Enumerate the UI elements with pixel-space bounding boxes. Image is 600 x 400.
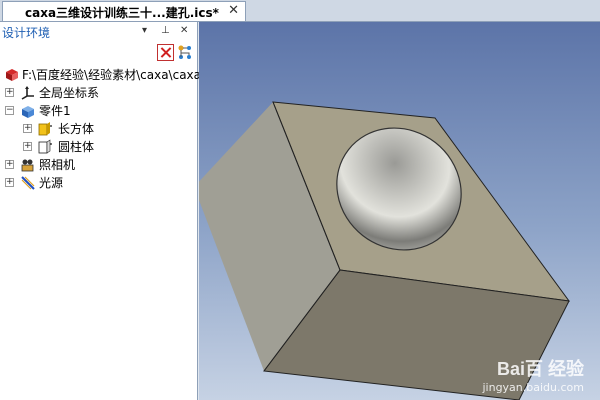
tree-item-cuboid[interactable]: + 长方体: [0, 120, 197, 138]
watermark-url: jingyan.baidu.com: [482, 381, 584, 394]
baidu-jingyan-watermark: Bai百 经验 jingyan.baidu.com: [482, 355, 584, 394]
watermark-logo: Bai百 经验: [496, 359, 584, 379]
document-tab[interactable]: caxa三维设计训练三十...建孔.ics* ✕: [2, 1, 246, 21]
document-tab-title: caxa三维设计训练三十...建孔.ics*: [25, 6, 219, 20]
design-environment-panel: 设计环境 ▾ ⊥ ✕ F:\百度经验\经验素材\caxa\caxa + 全局坐标…: [0, 22, 201, 400]
tree-item-label: 圆柱体: [58, 140, 95, 154]
tree-item-label: 光源: [39, 176, 64, 190]
cylinder-icon: [37, 139, 53, 155]
light-icon: [20, 175, 36, 191]
tree-item-part1[interactable]: − 零件1: [0, 102, 197, 120]
tree-root[interactable]: F:\百度经验\经验素材\caxa\caxa: [0, 66, 201, 84]
collapse-icon[interactable]: −: [5, 106, 14, 115]
design-env-icon: [4, 67, 20, 83]
expand-icon[interactable]: +: [23, 124, 32, 133]
tree-item-label: 照相机: [39, 158, 76, 172]
panel-header: 设计环境 ▾ ⊥ ✕: [0, 22, 197, 42]
document-tab-strip: caxa三维设计训练三十...建孔.ics* ✕: [0, 0, 600, 22]
axes-icon: [20, 85, 36, 101]
tree-item-label: 零件1: [39, 104, 71, 118]
pin-icon[interactable]: ⊥: [161, 25, 170, 36]
box-icon: [37, 121, 53, 137]
panel-close-icon[interactable]: ✕: [180, 25, 188, 36]
tree-view-icon[interactable]: [177, 44, 194, 61]
panel-title: 设计环境: [2, 26, 51, 40]
tree-item-label: 长方体: [58, 122, 95, 136]
tree-item-global-coordinates[interactable]: + 全局坐标系: [0, 84, 197, 102]
tree-root-label: F:\百度经验\经验素材\caxa\caxa: [22, 68, 201, 82]
3d-viewport[interactable]: Bai百 经验 jingyan.baidu.com: [199, 22, 600, 400]
expand-icon[interactable]: +: [5, 160, 14, 169]
tree-item-cylinder[interactable]: + 圆柱体: [0, 138, 197, 156]
tree-item-label: 全局坐标系: [39, 86, 100, 100]
expand-icon[interactable]: +: [5, 88, 14, 97]
panel-toolbar: [0, 42, 197, 64]
tree-item-camera[interactable]: + 照相机: [0, 156, 197, 174]
close-tab-icon[interactable]: ✕: [228, 3, 239, 18]
expand-icon[interactable]: +: [23, 142, 32, 151]
expand-icon[interactable]: +: [5, 178, 14, 187]
delete-icon[interactable]: [157, 44, 174, 61]
camera-icon: [20, 157, 36, 173]
tree-item-light[interactable]: + 光源: [0, 174, 197, 192]
panel-menu-icon[interactable]: ▾: [142, 25, 147, 36]
design-tree: F:\百度经验\经验素材\caxa\caxa + 全局坐标系 − 零件1 + 长…: [0, 66, 201, 192]
part-model[interactable]: [199, 22, 600, 400]
part-icon: [20, 103, 36, 119]
